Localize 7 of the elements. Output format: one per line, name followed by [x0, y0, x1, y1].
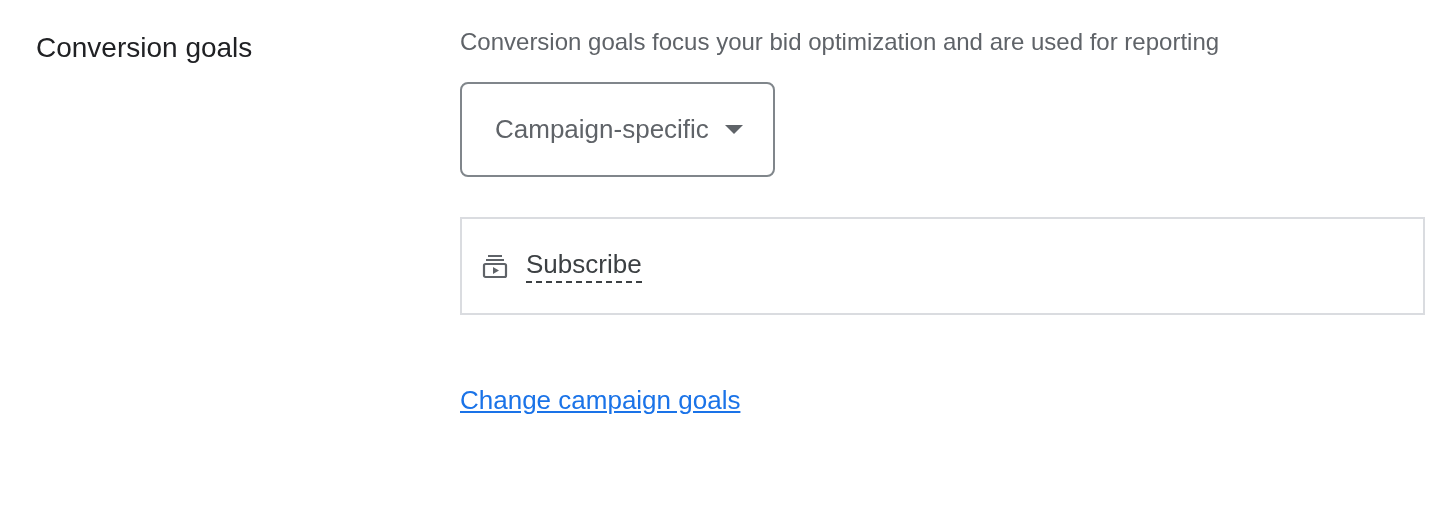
change-goals-link[interactable]: Change campaign goals: [460, 385, 741, 416]
video-stack-icon: [482, 253, 508, 279]
goal-name[interactable]: Subscribe: [526, 249, 642, 283]
section-description: Conversion goals focus your bid optimization and are used for reporting: [460, 28, 1220, 56]
caret-icon: [724, 125, 743, 134]
goal-type-dropdown[interactable]: Campaign-specific: [460, 82, 775, 177]
section-title: Conversion goals: [36, 32, 254, 64]
